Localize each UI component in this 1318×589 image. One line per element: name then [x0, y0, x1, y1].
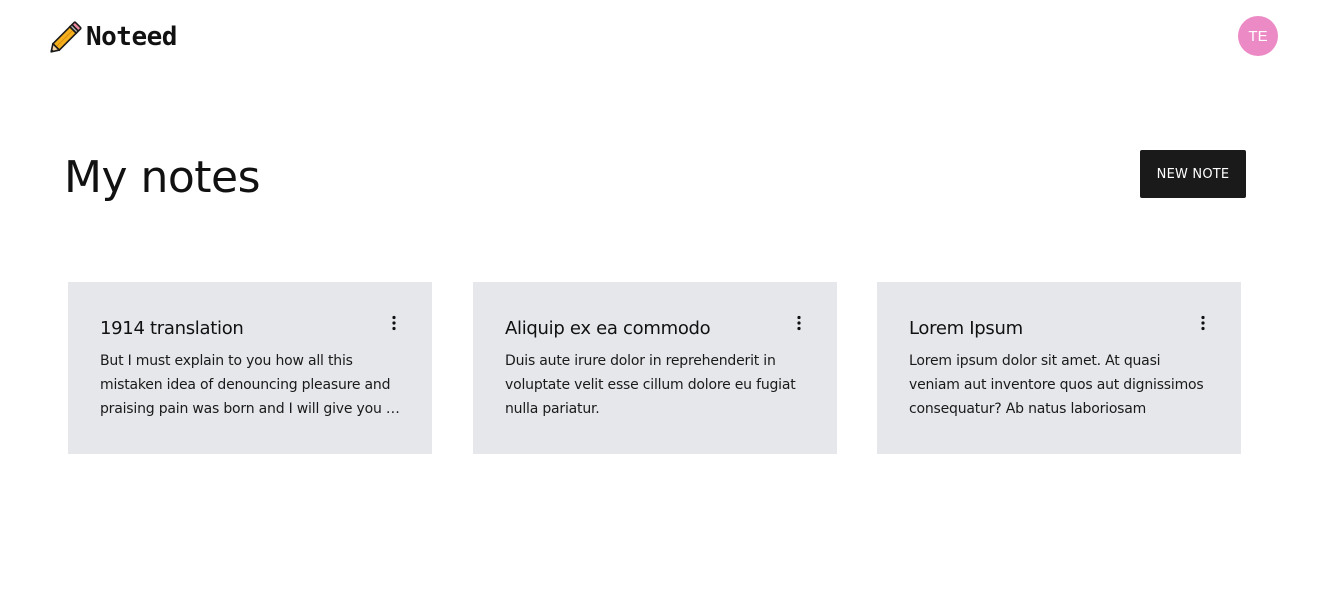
more-vertical-icon[interactable]: [384, 312, 404, 334]
notes-grid: 1914 translation But I must explain to y…: [68, 282, 1242, 454]
pencil-icon: [48, 20, 84, 54]
more-vertical-icon[interactable]: [789, 312, 809, 334]
note-body: Lorem ipsum dolor sit amet. At quasi ven…: [909, 353, 1204, 417]
note-body: Duis aute irure dolor in reprehenderit i…: [505, 353, 796, 417]
app-logo[interactable]: Noteed: [48, 20, 177, 54]
page-title: My notes: [64, 152, 261, 203]
new-note-button[interactable]: NEW NOTE: [1140, 150, 1246, 198]
note-title: 1914 translation: [100, 318, 244, 339]
note-card[interactable]: Aliquip ex ea commodo Duis aute irure do…: [473, 282, 837, 454]
note-title: Aliquip ex ea commodo: [505, 318, 711, 339]
note-card[interactable]: 1914 translation But I must explain to y…: [68, 282, 432, 454]
app-name: Noteed: [86, 22, 177, 52]
note-card[interactable]: Lorem Ipsum Lorem ipsum dolor sit amet. …: [877, 282, 1241, 454]
more-vertical-icon[interactable]: [1193, 312, 1213, 334]
app-header: Noteed TE: [0, 0, 1318, 78]
note-title: Lorem Ipsum: [909, 318, 1023, 339]
user-avatar[interactable]: TE: [1238, 16, 1278, 56]
note-body: But I must explain to you how all this m…: [100, 353, 395, 417]
